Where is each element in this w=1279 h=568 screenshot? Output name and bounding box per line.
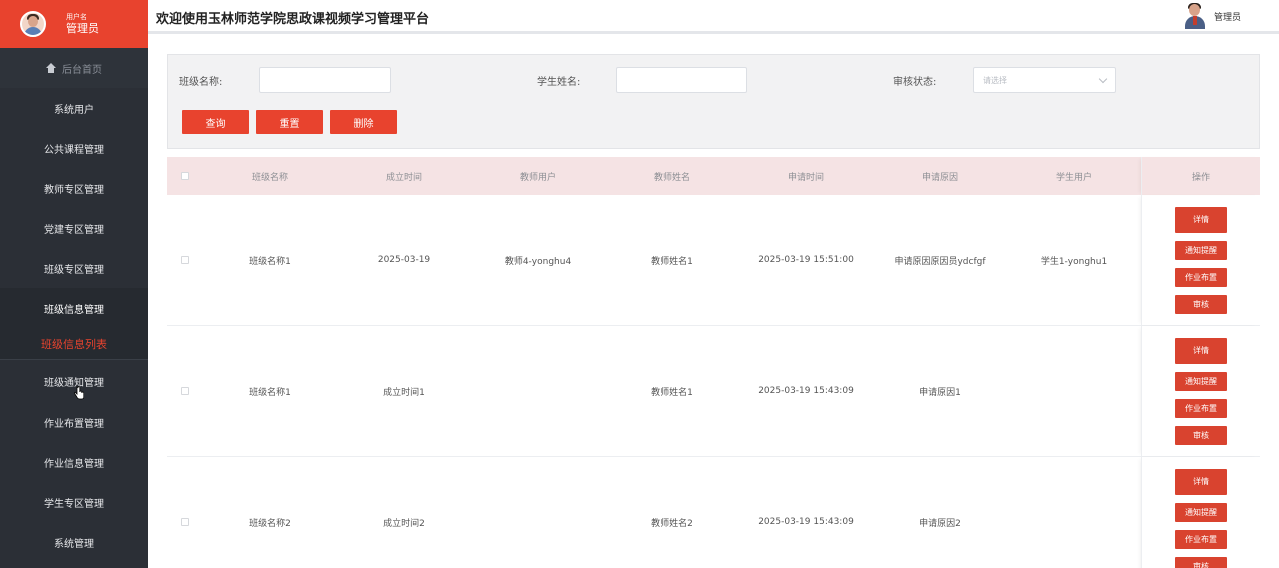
sidebar-item-label: 公共课程管理	[44, 144, 104, 156]
class-name-label: 班级名称:	[179, 77, 223, 88]
select-all-checkbox[interactable]	[181, 172, 189, 180]
column-header[interactable]: 教师用户	[471, 170, 605, 183]
reset-button[interactable]: 重置	[256, 110, 323, 134]
sidebar-item-label: 学生专区管理	[44, 498, 104, 510]
cell-apply-time: 2025-03-19 15:43:09	[758, 386, 854, 396]
sidebar-item-label: 系统用户	[54, 104, 94, 116]
review-button[interactable]: 审核	[1175, 294, 1227, 314]
search-panel: 班级名称: 学生姓名: 审核状态: 请选择 查询 重置 删除	[167, 54, 1260, 149]
sidebar-item-class-zone[interactable]: 班级专区管理	[0, 248, 148, 288]
assign-homework-button[interactable]: 作业布置	[1175, 529, 1227, 549]
avatar	[1184, 3, 1206, 29]
column-header: 操作	[1141, 157, 1260, 195]
status-select[interactable]: 请选择	[973, 67, 1116, 93]
sidebar: 用户名 管理员 后台首页 系统用户 公共课程管理 教师专区管理 党建专区管理 班…	[0, 0, 148, 568]
query-button[interactable]: 查询	[182, 110, 249, 134]
review-button[interactable]: 审核	[1175, 425, 1227, 445]
notify-button[interactable]: 通知提醒	[1175, 371, 1227, 391]
sidebar-item-label: 班级信息管理	[44, 304, 104, 316]
sidebar-item-label: 教师专区管理	[44, 184, 104, 196]
row-actions: 详情 通知提醒 作业布置 审核	[1141, 195, 1260, 325]
notify-button[interactable]: 通知提醒	[1175, 502, 1227, 522]
row-checkbox[interactable]	[181, 387, 189, 395]
detail-button[interactable]: 详情	[1175, 206, 1227, 233]
class-name-input[interactable]	[259, 67, 391, 93]
cell-apply-reason: 申请原因2	[919, 518, 961, 529]
table-row: 班级名称2 成立时间2 教师姓名2 2025-03-19 15:43:09 申请…	[167, 457, 1260, 568]
main-content: 班级名称: 学生姓名: 审核状态: 请选择 查询 重置 删除 班级名称 成立时间…	[148, 37, 1279, 568]
notify-button[interactable]: 通知提醒	[1175, 240, 1227, 260]
cell-apply-time: 2025-03-19 15:51:00	[758, 255, 854, 265]
column-header[interactable]: 申请原因	[873, 170, 1007, 183]
row-actions: 详情 通知提醒 作业布置 审核	[1141, 457, 1260, 568]
cell-class-name: 班级名称1	[249, 387, 291, 398]
username-value: 管理员	[66, 21, 99, 35]
username-caption: 用户名	[66, 12, 87, 21]
assign-homework-button[interactable]: 作业布置	[1175, 267, 1227, 287]
column-header[interactable]: 成立时间	[337, 170, 471, 183]
page-title: 欢迎使用玉林师范学院思政课视频学习管理平台	[156, 12, 430, 27]
sidebar-item-label: 班级专区管理	[44, 264, 104, 276]
home-icon	[46, 63, 56, 73]
column-header[interactable]: 学生用户	[1007, 170, 1141, 183]
chevron-down-icon	[1098, 74, 1108, 84]
table-header: 班级名称 成立时间 教师用户 教师姓名 申请时间 申请原因 学生用户 操作	[167, 157, 1260, 195]
table-row: 班级名称1 2025-03-19 教师4-yonghu4 教师姓名1 2025-…	[167, 195, 1260, 326]
column-header[interactable]: 班级名称	[203, 170, 337, 183]
cell-teacher-user: 教师4-yonghu4	[504, 256, 572, 267]
detail-button[interactable]: 详情	[1175, 337, 1227, 364]
cell-class-name: 班级名称2	[249, 518, 291, 529]
sidebar-item-label: 后台首页	[62, 64, 102, 76]
sidebar-item-homework-info[interactable]: 作业信息管理	[0, 442, 148, 482]
header-user-menu[interactable]: 管理员	[1184, 3, 1241, 29]
sidebar-item-teacher-zone[interactable]: 教师专区管理	[0, 168, 148, 208]
sidebar-item-home[interactable]: 后台首页	[0, 48, 148, 88]
status-select-placeholder: 请选择	[983, 75, 1007, 85]
column-header[interactable]: 教师姓名	[605, 170, 739, 183]
sidebar-item-class-info[interactable]: 班级信息管理	[0, 288, 148, 328]
sidebar-item-public-courses[interactable]: 公共课程管理	[0, 128, 148, 168]
detail-button[interactable]: 详情	[1175, 468, 1227, 495]
class-info-table: 班级名称 成立时间 教师用户 教师姓名 申请时间 申请原因 学生用户 操作 班级…	[167, 157, 1260, 568]
cell-apply-reason: 申请原因原因员ydcfgf	[894, 256, 986, 267]
sidebar-item-label: 系统管理	[54, 538, 94, 550]
sidebar-item-class-notice[interactable]: 班级通知管理	[0, 360, 148, 402]
cell-student-user: 学生1-yonghu1	[1040, 256, 1108, 267]
row-checkbox[interactable]	[181, 518, 189, 526]
cell-apply-reason: 申请原因1	[919, 387, 961, 398]
assign-homework-button[interactable]: 作业布置	[1175, 398, 1227, 418]
student-name-label: 学生姓名:	[537, 77, 581, 88]
cell-teacher-name: 教师姓名2	[651, 518, 693, 529]
cell-apply-time: 2025-03-19 15:43:09	[758, 517, 854, 527]
table-row: 班级名称1 成立时间1 教师姓名1 2025-03-19 15:43:09 申请…	[167, 326, 1260, 457]
hand-cursor-icon	[74, 386, 84, 400]
sidebar-item-system-admin[interactable]: 系统管理	[0, 522, 148, 562]
sidebar-item-label: 党建专区管理	[44, 224, 104, 236]
top-header: 欢迎使用玉林师范学院思政课视频学习管理平台 管理员	[148, 0, 1279, 34]
sidebar-item-student-zone[interactable]: 学生专区管理	[0, 482, 148, 522]
cell-class-name: 班级名称1	[249, 256, 291, 267]
status-label: 审核状态:	[893, 77, 937, 88]
cell-founded-time: 成立时间1	[383, 387, 425, 398]
cell-founded-time: 2025-03-19	[377, 255, 431, 265]
sidebar-item-label: 作业信息管理	[44, 458, 104, 470]
cell-teacher-name: 教师姓名1	[651, 387, 693, 398]
row-actions: 详情 通知提醒 作业布置 审核	[1141, 326, 1260, 456]
delete-button[interactable]: 删除	[330, 110, 397, 134]
sidebar-item-label: 班级信息列表	[41, 337, 107, 351]
avatar	[20, 11, 46, 37]
sidebar-item-party-zone[interactable]: 党建专区管理	[0, 208, 148, 248]
row-checkbox[interactable]	[181, 256, 189, 264]
student-name-input[interactable]	[616, 67, 747, 93]
column-header[interactable]: 申请时间	[739, 170, 873, 183]
review-button[interactable]: 审核	[1175, 556, 1227, 568]
sidebar-item-label: 作业布置管理	[44, 418, 104, 430]
header-username: 管理员	[1213, 12, 1241, 23]
cell-founded-time: 成立时间2	[383, 518, 425, 529]
sidebar-user-panel: 用户名 管理员	[0, 0, 148, 48]
cell-teacher-name: 教师姓名1	[651, 256, 693, 267]
sidebar-item-system-users[interactable]: 系统用户	[0, 88, 148, 128]
sidebar-subitem-class-info-list[interactable]: 班级信息列表	[0, 328, 148, 360]
sidebar-item-homework-assign[interactable]: 作业布置管理	[0, 402, 148, 442]
